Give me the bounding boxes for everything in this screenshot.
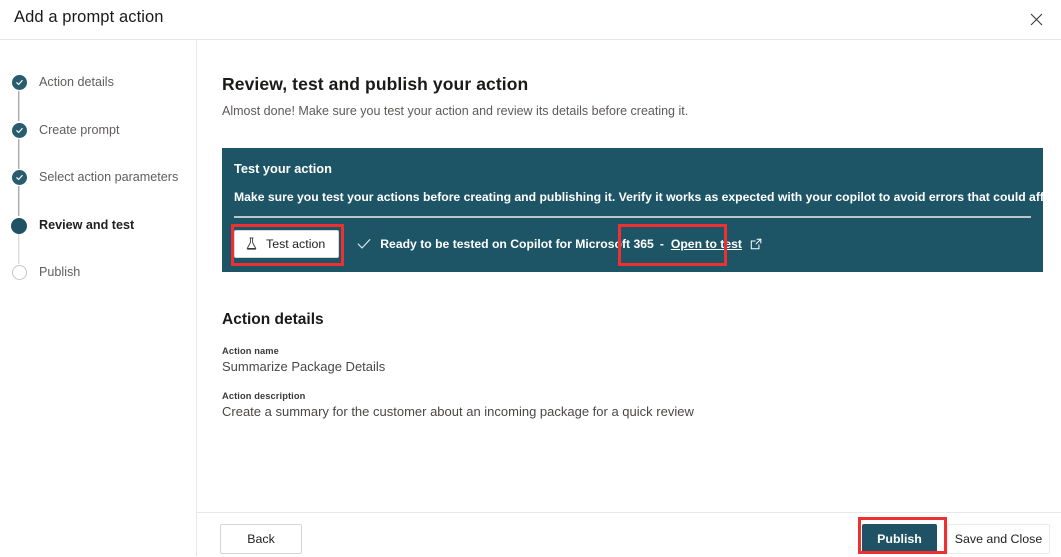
close-button[interactable] bbox=[1019, 3, 1053, 35]
checkmark-icon bbox=[357, 238, 371, 250]
banner-description: Make sure you test your actions before c… bbox=[234, 190, 1061, 204]
step-connector bbox=[18, 91, 19, 121]
test-your-action-banner: Test your action Make sure you test your… bbox=[222, 148, 1043, 272]
step-status-done-icon bbox=[12, 170, 27, 185]
sidebar-step-label: Create prompt bbox=[30, 121, 120, 138]
sidebar-step-publish[interactable]: Publish bbox=[8, 263, 196, 311]
step-marker bbox=[8, 263, 30, 280]
step-status-pending-icon bbox=[12, 265, 27, 280]
step-marker bbox=[8, 121, 30, 138]
close-icon bbox=[1030, 13, 1043, 26]
test-action-button-label: Test action bbox=[266, 237, 325, 251]
sidebar-step-create-prompt[interactable]: Create prompt bbox=[8, 121, 196, 169]
test-action-button[interactable]: Test action bbox=[234, 230, 339, 258]
step-status-current-icon bbox=[11, 218, 27, 234]
action-name-label: Action name bbox=[222, 346, 385, 356]
wizard-stepper: Action details Create prompt bbox=[8, 73, 196, 311]
beaker-icon bbox=[245, 237, 258, 251]
save-and-close-button[interactable]: Save and Close bbox=[947, 524, 1050, 554]
banner-action-row: Test action Ready to be tested on Copilo… bbox=[234, 230, 762, 258]
dialog-footer: Back Publish Save and Close bbox=[197, 512, 1061, 557]
sidebar-step-label: Select action parameters bbox=[30, 168, 178, 185]
action-description-value: Create a summary for the customer about … bbox=[222, 404, 694, 419]
main-content: Review, test and publish your action Alm… bbox=[197, 40, 1061, 512]
banner-title: Test your action bbox=[234, 161, 332, 176]
action-description-field: Action description Create a summary for … bbox=[222, 391, 694, 419]
step-marker bbox=[8, 73, 30, 90]
step-marker bbox=[8, 216, 30, 234]
step-status-done-icon bbox=[12, 75, 27, 90]
dialog-title-bar: Add a prompt action bbox=[0, 0, 1061, 40]
action-description-label: Action description bbox=[222, 391, 694, 401]
step-connector bbox=[18, 186, 19, 216]
back-button[interactable]: Back bbox=[220, 524, 302, 554]
banner-divider bbox=[234, 216, 1031, 218]
step-status-done-icon bbox=[12, 123, 27, 138]
step-connector bbox=[18, 234, 19, 264]
page-title: Review, test and publish your action bbox=[222, 74, 528, 95]
external-link-icon[interactable] bbox=[750, 238, 762, 250]
sidebar-step-action-details[interactable]: Action details bbox=[8, 73, 196, 121]
sidebar-step-label: Publish bbox=[30, 263, 80, 280]
page-subtitle: Almost done! Make sure you test your act… bbox=[222, 104, 688, 118]
action-name-value: Summarize Package Details bbox=[222, 359, 385, 374]
step-connector bbox=[18, 139, 19, 169]
test-status-text: Ready to be tested on Copilot for Micros… bbox=[380, 237, 654, 251]
publish-button[interactable]: Publish bbox=[862, 524, 937, 554]
sidebar-step-review-and-test[interactable]: Review and test bbox=[8, 216, 196, 264]
status-separator: - bbox=[660, 237, 664, 251]
action-details-heading: Action details bbox=[222, 311, 324, 329]
sidebar-step-label: Review and test bbox=[30, 216, 134, 233]
wizard-sidebar: Action details Create prompt bbox=[0, 40, 197, 556]
dialog-title: Add a prompt action bbox=[14, 8, 164, 27]
open-to-test-link[interactable]: Open to test bbox=[671, 237, 742, 251]
sidebar-step-select-action-parameters[interactable]: Select action parameters bbox=[8, 168, 196, 216]
action-name-field: Action name Summarize Package Details bbox=[222, 346, 385, 374]
sidebar-step-label: Action details bbox=[30, 73, 114, 90]
step-marker bbox=[8, 168, 30, 185]
